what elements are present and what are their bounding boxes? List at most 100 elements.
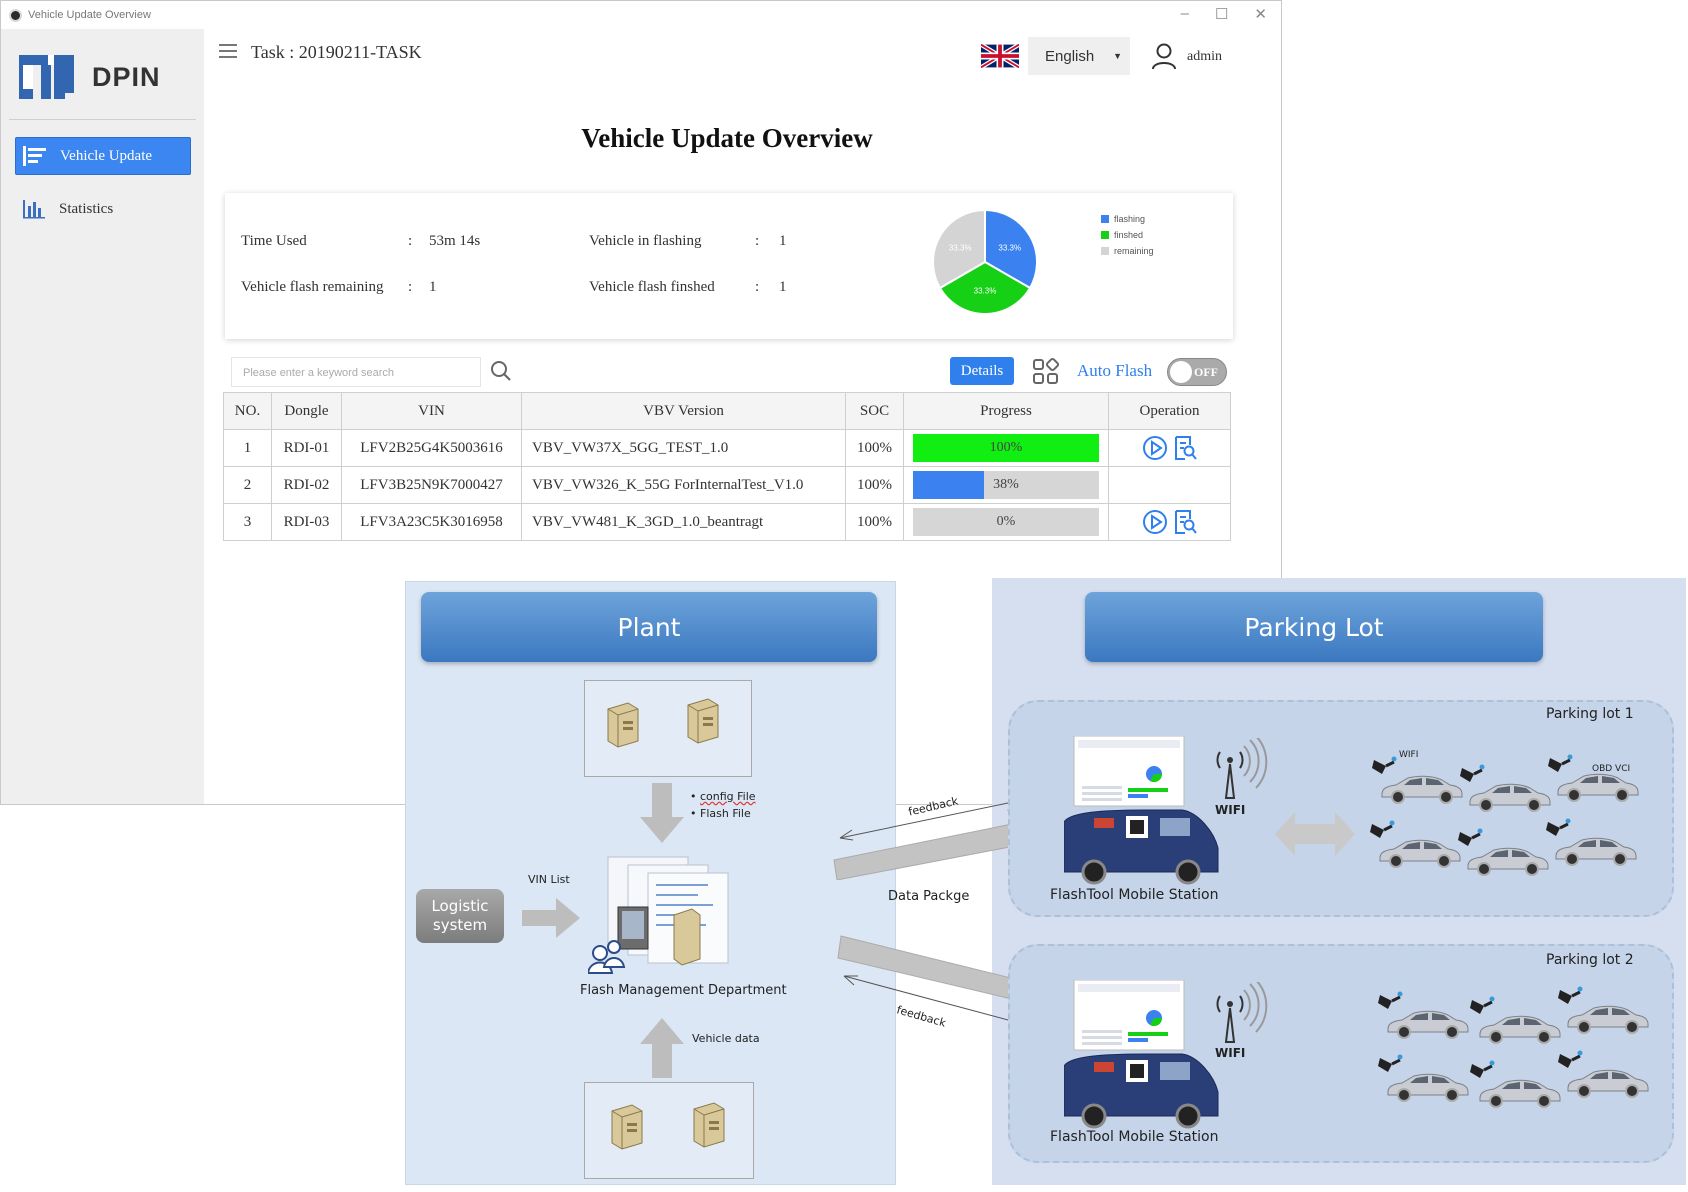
- title-bar: Vehicle Update Overview – ☐ ✕: [1, 1, 1281, 29]
- station-label: FlashTool Mobile Station: [1050, 1129, 1219, 1145]
- cell-operation: [1108, 503, 1231, 541]
- wifi-label: WIFI: [1215, 803, 1246, 817]
- obd-dongle-icon: [1378, 991, 1404, 1013]
- pie-slice-label: 33.3%: [974, 287, 997, 296]
- cell-progress: 0%: [903, 503, 1109, 541]
- finished-value: 1: [779, 279, 787, 295]
- col-dongle[interactable]: Dongle: [271, 392, 342, 430]
- caret-down-icon: ▼: [1113, 51, 1122, 61]
- in-flashing-row: Vehicle in flashing : 1: [589, 233, 787, 250]
- server-box-top: [584, 680, 752, 777]
- list-icon: [22, 145, 48, 167]
- progress-bar: 38%: [913, 471, 1099, 499]
- progress-label: 0%: [996, 514, 1016, 529]
- cell-dongle: RDI-02: [271, 466, 342, 504]
- grid-view-icon[interactable]: [1031, 357, 1061, 387]
- server-icon: [687, 698, 719, 744]
- progress-label: 100%: [989, 440, 1023, 455]
- sidebar-item-label: Statistics: [59, 200, 114, 217]
- cell-progress: 100%: [903, 429, 1109, 467]
- time-used-label: Time Used: [241, 233, 307, 249]
- progress-bar: 0%: [913, 508, 1099, 536]
- auto-flash-label: Auto Flash: [1077, 361, 1153, 380]
- user-icon[interactable]: [1151, 42, 1177, 70]
- toggle-knob: [1170, 361, 1192, 383]
- cell-vbv: VBV_VW37X_5GG_TEST_1.0: [521, 429, 846, 467]
- uk-flag-icon: [981, 44, 1019, 68]
- sidebar-item-statistics[interactable]: Statistics: [15, 190, 191, 228]
- server-icon: [611, 1104, 643, 1150]
- play-icon[interactable]: [1142, 435, 1168, 461]
- search-input[interactable]: Please enter a keyword search: [231, 357, 481, 387]
- table-row[interactable]: 3 RDI-03 LFV3A23C5K3016958 VBV_VW481_K_3…: [223, 503, 1231, 541]
- obd-dongle-icon: [1458, 828, 1484, 850]
- wifi-tower-icon: [1216, 982, 1268, 1043]
- toggle-label: OFF: [1194, 365, 1218, 379]
- cell-operation: [1108, 466, 1231, 504]
- station-label: FlashTool Mobile Station: [1050, 887, 1219, 903]
- right-arrow-icon: [522, 898, 580, 938]
- col-soc[interactable]: SOC: [845, 392, 904, 430]
- obd-dongle-icon: [1470, 1060, 1496, 1082]
- auto-flash-toggle[interactable]: OFF: [1167, 358, 1227, 386]
- view-log-icon[interactable]: [1172, 509, 1198, 535]
- sidebar-item-vehicle-update[interactable]: Vehicle Update: [15, 137, 191, 175]
- cell-vbv: VBV_VW481_K_3GD_1.0_beantragt: [521, 503, 846, 541]
- col-no[interactable]: NO.: [223, 392, 272, 430]
- cell-soc: 100%: [845, 466, 904, 504]
- cell-soc: 100%: [845, 429, 904, 467]
- legend-item-finshed: finshed: [1101, 227, 1154, 243]
- col-vbv[interactable]: VBV Version: [521, 392, 846, 430]
- flash-management-icon: [588, 856, 729, 974]
- maximize-icon[interactable]: ☐: [1215, 5, 1228, 23]
- sidebar-divider: [9, 119, 196, 120]
- remaining-value: 1: [429, 279, 437, 295]
- cell-progress: 38%: [903, 466, 1109, 504]
- table-row[interactable]: 2 RDI-02 LFV3B25N9K7000427 VBV_VW326_K_5…: [223, 466, 1231, 504]
- plant-header: Plant: [421, 592, 877, 662]
- server-box-bottom: [584, 1082, 754, 1179]
- play-icon[interactable]: [1142, 509, 1168, 535]
- pie-slice-label: 33.3%: [998, 244, 1021, 253]
- menu-toggle-icon[interactable]: [219, 44, 237, 58]
- obd-dongle-icon: [1372, 756, 1398, 778]
- cell-no: 1: [223, 429, 272, 467]
- task-label: Task : 20190211-TASK: [251, 42, 422, 62]
- table-row[interactable]: 1 RDI-01 LFV2B25G4K5003616 VBV_VW37X_5GG…: [223, 429, 1231, 467]
- car-wifi-label: WIFI: [1399, 750, 1419, 760]
- col-vin[interactable]: VIN: [341, 392, 522, 430]
- cell-dongle: RDI-03: [271, 503, 342, 541]
- cell-operation: [1108, 429, 1231, 467]
- col-progress[interactable]: Progress: [903, 392, 1109, 430]
- logistic-system-box: Logistic system: [416, 889, 504, 943]
- logistic-line1: Logistic: [431, 897, 489, 915]
- status-pie-chart: 33.3% 33.3% 33.3%: [930, 207, 1040, 317]
- up-arrow-icon: [640, 1018, 684, 1078]
- server-icon: [607, 702, 639, 748]
- details-button[interactable]: Details: [950, 357, 1014, 385]
- cell-vbv: VBV_VW326_K_55G ForInternalTest_V1.0: [521, 466, 846, 504]
- down-arrow-icon: [640, 783, 684, 843]
- progress-label: 38%: [993, 477, 1019, 492]
- cell-soc: 100%: [845, 503, 904, 541]
- parking-lot-header: Parking Lot: [1085, 592, 1543, 662]
- in-flashing-value: 1: [779, 233, 787, 249]
- username[interactable]: admin: [1187, 49, 1222, 65]
- obd-dongle-icon: [1548, 754, 1574, 776]
- window-title: Vehicle Update Overview: [28, 9, 151, 21]
- language-select[interactable]: English ▼: [1028, 37, 1130, 75]
- search-icon[interactable]: [489, 359, 513, 383]
- bar-chart-icon: [21, 198, 47, 220]
- bidirectional-arrow-icon: [1275, 812, 1355, 856]
- obd-dongle-icon: [1370, 820, 1396, 842]
- view-log-icon[interactable]: [1172, 435, 1198, 461]
- vehicle-data-label: Vehicle data: [692, 1032, 760, 1045]
- col-operation[interactable]: Operation: [1108, 392, 1231, 430]
- minimize-icon[interactable]: –: [1181, 5, 1189, 23]
- legend-item-flashing: flashing: [1101, 211, 1154, 227]
- close-icon[interactable]: ✕: [1254, 5, 1267, 23]
- progress-bar: 100%: [913, 434, 1099, 462]
- language-value: English: [1045, 47, 1095, 65]
- colon: :: [755, 279, 760, 295]
- server-icon: [693, 1102, 725, 1148]
